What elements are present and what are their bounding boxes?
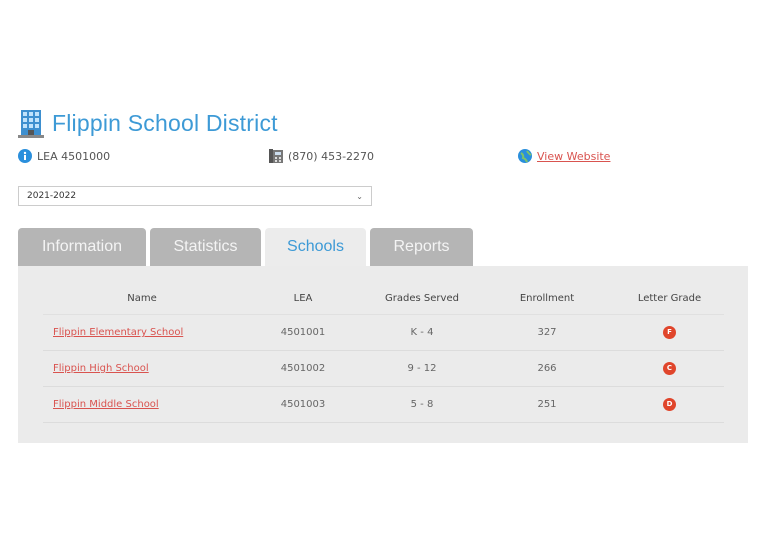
- tab-information[interactable]: Information: [18, 228, 146, 266]
- view-website-link[interactable]: View Website: [537, 150, 610, 163]
- school-grades: 9 - 12: [365, 350, 479, 387]
- year-select-value: 2021-2022: [27, 191, 77, 201]
- letter-grade-badge: C: [663, 362, 676, 375]
- chevron-down-icon: ⌄: [356, 191, 363, 201]
- table-header-row: Name LEA Grades Served Enrollment Letter…: [43, 282, 724, 315]
- school-link[interactable]: Flippin High School: [53, 363, 149, 374]
- lea-info: LEA 4501000: [18, 149, 110, 163]
- schools-panel: Name LEA Grades Served Enrollment Letter…: [18, 266, 748, 443]
- globe-icon: [518, 149, 532, 163]
- year-select[interactable]: 2021-2022 ⌄: [18, 186, 372, 206]
- column-header-lea: LEA: [241, 282, 365, 315]
- school-lea: 4501003: [241, 386, 365, 423]
- tab-statistics[interactable]: Statistics: [150, 228, 261, 266]
- school-grades: 5 - 8: [365, 386, 479, 423]
- column-header-letter-grade: Letter Grade: [615, 282, 724, 315]
- tab-schools[interactable]: Schools: [265, 228, 366, 266]
- phone-info: (870) 453-2270: [269, 149, 374, 163]
- school-lea: 4501001: [241, 314, 365, 351]
- phone-number: (870) 453-2270: [288, 149, 375, 163]
- website-info: View Website: [518, 149, 610, 163]
- column-header-grades: Grades Served: [365, 282, 479, 315]
- district-header: Flippin School District: [18, 108, 278, 138]
- table-row: Flippin High School 4501002 9 - 12 266 C: [43, 350, 724, 387]
- building-icon: [18, 110, 44, 138]
- column-header-name: Name: [43, 282, 241, 315]
- tab-reports[interactable]: Reports: [370, 228, 473, 266]
- letter-grade-badge: F: [663, 326, 676, 339]
- column-header-enrollment: Enrollment: [479, 282, 615, 315]
- school-enrollment: 251: [479, 386, 615, 423]
- phone-icon: [269, 149, 283, 163]
- table-row: Flippin Middle School 4501003 5 - 8 251 …: [43, 386, 724, 423]
- school-lea: 4501002: [241, 350, 365, 387]
- info-icon: [18, 149, 32, 163]
- school-enrollment: 266: [479, 350, 615, 387]
- school-grades: K - 4: [365, 314, 479, 351]
- school-link[interactable]: Flippin Elementary School: [53, 327, 183, 338]
- school-enrollment: 327: [479, 314, 615, 351]
- table-row: Flippin Elementary School 4501001 K - 4 …: [43, 314, 724, 351]
- school-link[interactable]: Flippin Middle School: [53, 399, 159, 410]
- letter-grade-badge: D: [663, 398, 676, 411]
- schools-table: Name LEA Grades Served Enrollment Letter…: [43, 282, 724, 423]
- page-title: Flippin School District: [52, 109, 278, 136]
- lea-number: LEA 4501000: [37, 149, 111, 163]
